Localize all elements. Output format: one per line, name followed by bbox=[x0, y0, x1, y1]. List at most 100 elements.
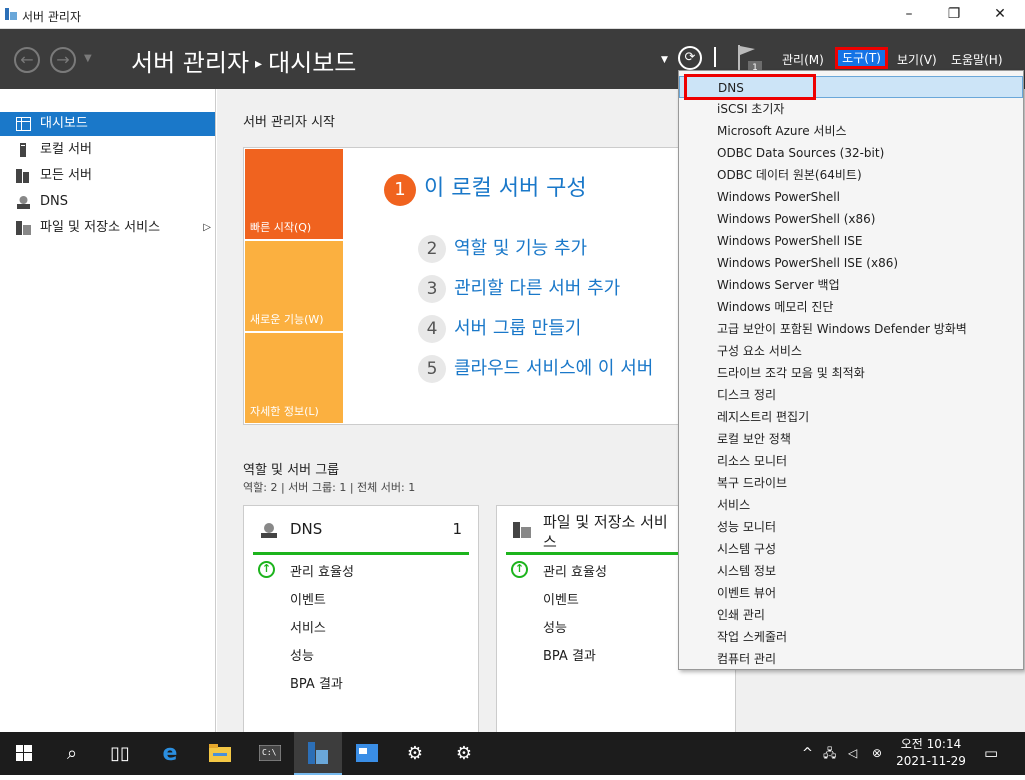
settings-gear-icon[interactable]: ⚙ bbox=[440, 732, 488, 775]
expand-arrow-icon[interactable]: ▷ bbox=[203, 216, 211, 240]
tools-menu-item[interactable]: 컴퓨터 관리 bbox=[679, 648, 1023, 670]
clock[interactable]: 오전 10:14 2021-11-29 bbox=[896, 736, 966, 770]
tools-menu-item[interactable]: Windows PowerShell (x86) bbox=[679, 208, 1023, 230]
card-row-events[interactable]: 이벤트 bbox=[290, 589, 326, 608]
step-number: 1 bbox=[384, 174, 416, 206]
menu-help[interactable]: 도움말(H) bbox=[951, 51, 1003, 68]
card-title[interactable]: 파일 및 저장소 서비 스 bbox=[543, 512, 668, 552]
roles-title: 역할 및 서버 그룹 bbox=[243, 463, 340, 478]
tools-menu-item[interactable]: Windows PowerShell bbox=[679, 186, 1023, 208]
sidebar-item-all-servers[interactable]: 모든 서버 bbox=[0, 164, 215, 188]
tile-quick-start[interactable]: 빠른 시작(Q) bbox=[245, 149, 343, 239]
tools-menu-item[interactable]: 복구 드라이브 bbox=[679, 472, 1023, 494]
sidebar-item-dashboard[interactable]: 대시보드 bbox=[0, 112, 215, 136]
clock-date: 2021-11-29 bbox=[896, 754, 966, 768]
quick-start-panel: 빠른 시작(Q) 새로운 기능(W) 자세한 정보(L) 1 이 로컬 서버 구성… bbox=[243, 147, 713, 425]
role-card-dns[interactable]: DNS 1 ↑ 관리 효율성 이벤트 서비스 성능 BPA 결과 bbox=[243, 505, 479, 733]
card-row-services[interactable]: 서비스 bbox=[290, 617, 326, 636]
dns-icon bbox=[17, 196, 30, 209]
card-row-manageability[interactable]: 관리 효율성 bbox=[290, 561, 354, 580]
tools-menu-item[interactable]: Microsoft Azure 서비스 bbox=[679, 120, 1023, 142]
network-icon[interactable]: 🖧 bbox=[823, 732, 836, 775]
close-button[interactable]: ✕ bbox=[977, 0, 1023, 29]
step-number: 3 bbox=[418, 275, 446, 303]
tools-menu-item[interactable]: ODBC 데이터 원본(64비트) bbox=[679, 164, 1023, 186]
start-button[interactable] bbox=[0, 732, 48, 775]
tools-menu-item[interactable]: 인쇄 관리 bbox=[679, 604, 1023, 626]
volume-icon[interactable]: ◁ bbox=[848, 732, 857, 775]
sidebar-item-file-storage[interactable]: 파일 및 저장소 서비스 ▷ bbox=[0, 216, 215, 240]
step-label: 이 로컬 서버 구성 bbox=[424, 176, 587, 201]
step-number: 2 bbox=[418, 235, 446, 263]
tools-menu-item[interactable]: Windows PowerShell ISE (x86) bbox=[679, 252, 1023, 274]
tools-menu-item[interactable]: 이벤트 뷰어 bbox=[679, 582, 1023, 604]
show-hidden-icons[interactable]: ^ bbox=[802, 732, 813, 775]
action-center-icon[interactable]: ▭ bbox=[984, 732, 998, 775]
breadcrumb-root[interactable]: 서버 관리자 bbox=[131, 49, 249, 77]
tools-menu-item[interactable]: 로컬 보안 정책 bbox=[679, 428, 1023, 450]
card-row-performance[interactable]: 성능 bbox=[290, 645, 314, 664]
refresh-icon[interactable]: ⟳ bbox=[678, 46, 702, 70]
card-row-performance[interactable]: 성능 bbox=[543, 617, 567, 636]
menu-manage[interactable]: 관리(M) bbox=[782, 51, 824, 68]
server-manager-taskbar-icon[interactable] bbox=[294, 732, 342, 775]
task-view-icon[interactable]: ▯▯ bbox=[96, 732, 144, 775]
sidebar-item-label: 로컬 서버 bbox=[40, 142, 92, 157]
back-button[interactable]: ← bbox=[14, 47, 40, 73]
search-icon[interactable]: ⌕ bbox=[48, 732, 96, 775]
tools-menu-item[interactable]: ODBC Data Sources (32-bit) bbox=[679, 142, 1023, 164]
tools-menu-item[interactable]: 시스템 구성 bbox=[679, 538, 1023, 560]
welcome-title: 서버 관리자 시작 bbox=[243, 115, 335, 130]
notifications-flag-icon[interactable]: 1 bbox=[737, 45, 763, 71]
step-configure-local-server[interactable]: 1 이 로컬 서버 구성 bbox=[384, 170, 587, 206]
tools-menu-item[interactable]: 고급 보안이 포함된 Windows Defender 방화벽 bbox=[679, 318, 1023, 340]
admin-tools-gear-icon[interactable]: ⚙ bbox=[391, 732, 439, 775]
menu-view[interactable]: 보기(V) bbox=[897, 51, 937, 68]
step-add-roles[interactable]: 2 역할 및 기능 추가 bbox=[418, 234, 587, 263]
tools-menu-item[interactable]: Windows PowerShell ISE bbox=[679, 230, 1023, 252]
forward-button[interactable]: → bbox=[50, 47, 76, 73]
step-create-group[interactable]: 4 서버 그룹 만들기 bbox=[418, 314, 581, 343]
control-panel-icon[interactable] bbox=[343, 732, 391, 775]
tools-menu-item[interactable]: 디스크 정리 bbox=[679, 384, 1023, 406]
tools-menu-item[interactable]: 서비스 bbox=[679, 494, 1023, 516]
card-row-bpa[interactable]: BPA 결과 bbox=[543, 645, 596, 664]
tile-new-features[interactable]: 새로운 기능(W) bbox=[245, 241, 343, 331]
tools-menu-item[interactable]: iSCSI 초기자 bbox=[679, 98, 1023, 120]
tools-menu-item[interactable]: 시스템 정보 bbox=[679, 560, 1023, 582]
internet-explorer-icon[interactable]: e bbox=[146, 732, 194, 775]
tools-menu-item[interactable]: Windows Server 백업 bbox=[679, 274, 1023, 296]
card-title[interactable]: DNS bbox=[290, 520, 322, 538]
tile-learn-more[interactable]: 자세한 정보(L) bbox=[245, 333, 343, 423]
tools-menu-item[interactable]: 리소스 모니터 bbox=[679, 450, 1023, 472]
tools-menu-item[interactable]: 드라이브 조각 모음 및 최적화 bbox=[679, 362, 1023, 384]
taskbar: ⌕ ▯▯ e C:\ ⚙ ⚙ ^ 🖧 ◁ ⊗ 오전 10:14 2021-11-… bbox=[0, 732, 1025, 775]
notification-error-icon[interactable]: ⊗ bbox=[872, 732, 882, 775]
history-dropdown-icon[interactable]: ▼ bbox=[84, 53, 92, 64]
status-ok-icon: ↑ bbox=[511, 561, 528, 578]
step-cloud-services[interactable]: 5 클라우드 서비스에 이 서버 bbox=[418, 354, 653, 383]
tools-menu-item[interactable]: 레지스트리 편집기 bbox=[679, 406, 1023, 428]
roles-summary: 역할: 2 | 서버 그룹: 1 | 전체 서버: 1 bbox=[243, 481, 416, 494]
step-number: 4 bbox=[418, 315, 446, 343]
refresh-dropdown-icon[interactable]: ▼ bbox=[661, 55, 668, 65]
step-add-servers[interactable]: 3 관리할 다른 서버 추가 bbox=[418, 274, 620, 303]
menu-tools[interactable]: 도구(T) bbox=[835, 47, 888, 69]
minimize-button[interactable]: – bbox=[886, 0, 932, 29]
server-manager-app-icon bbox=[5, 8, 17, 20]
file-explorer-icon[interactable] bbox=[196, 732, 244, 775]
card-row-events[interactable]: 이벤트 bbox=[543, 589, 579, 608]
tools-menu-item[interactable]: 작업 스케줄러 bbox=[679, 626, 1023, 648]
tools-menu-item[interactable]: 성능 모니터 bbox=[679, 516, 1023, 538]
tools-menu-item[interactable]: 구성 요소 서비스 bbox=[679, 340, 1023, 362]
command-prompt-icon[interactable]: C:\ bbox=[246, 732, 294, 775]
tools-menu-item[interactable]: Windows 메모리 진단 bbox=[679, 296, 1023, 318]
card-row-manageability[interactable]: 관리 효율성 bbox=[543, 561, 607, 580]
sidebar-item-local-server[interactable]: 로컬 서버 bbox=[0, 138, 215, 162]
restore-button[interactable]: ❐ bbox=[931, 0, 977, 29]
file-storage-icon bbox=[513, 522, 531, 538]
card-row-bpa[interactable]: BPA 결과 bbox=[290, 673, 343, 692]
clock-time: 오전 10:14 bbox=[900, 737, 962, 751]
step-number: 5 bbox=[418, 355, 446, 383]
sidebar-item-dns[interactable]: DNS bbox=[0, 190, 215, 214]
